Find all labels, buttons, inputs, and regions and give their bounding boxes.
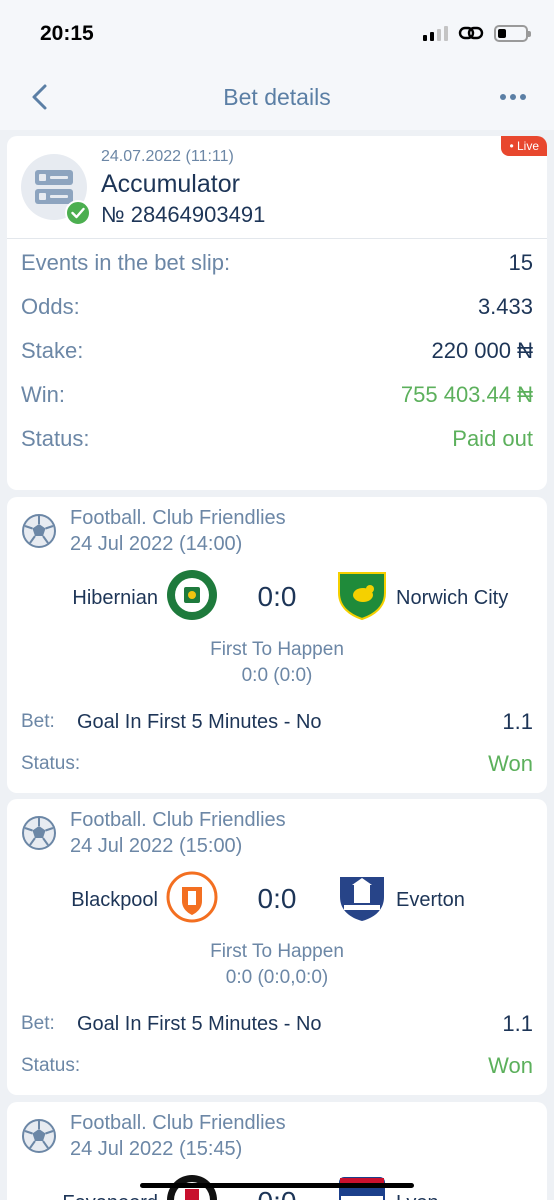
summary-row-win: Win: 755 403.44 ₦ [21,380,533,410]
status-label: Status: [21,1055,81,1076]
bet-selection: Goal In First 5 Minutes - No [77,1012,322,1035]
check-icon [65,200,91,226]
status-label: Status: [21,753,81,774]
event-league: Football. Club Friendlies [70,507,286,529]
row-value: 755 403.44 ₦ [400,382,533,407]
football-icon [22,816,56,850]
score: 0:0 [227,1186,327,1200]
summary-row-odds: Odds: 3.433 [21,292,533,322]
home-indicator[interactable] [140,1183,414,1188]
more-icon[interactable] [500,94,526,100]
market-name: First To Happen [210,639,344,660]
home-team: Feyenoord [62,1192,158,1200]
bet-label: Bet: [21,711,55,732]
football-icon [22,514,56,548]
link-icon [458,26,484,40]
football-icon [22,1119,56,1153]
match-result: 0:0 (0:0,0:0) [225,967,329,988]
row-label: Win: [21,382,65,407]
bet-number: № 28464903491 [101,202,266,227]
blackpool-crest-icon [166,871,218,923]
row-label: Stake: [21,338,84,363]
status-value: Won [488,1053,533,1078]
nav-header: Bet details [0,68,554,130]
event-date: 24 Jul 2022 (15:00) [70,835,243,857]
market-name: First To Happen [210,941,344,962]
home-team: Blackpool [71,889,158,911]
hibernian-crest-icon [167,570,217,620]
status-bar: 20:15 [0,0,554,68]
summary-row-status: Status: Paid out [21,424,533,454]
event-date: 24 Jul 2022 (15:45) [70,1138,243,1160]
page-title: Bet details [223,84,331,110]
event-league: Football. Club Friendlies [70,1112,286,1134]
bet-type: Accumulator [101,170,240,198]
bet-row: Bet: Goal In First 5 Minutes - No 1.1 [21,1011,533,1037]
status-time: 20:15 [40,22,94,45]
norwich-crest-icon [338,572,386,621]
event-card[interactable]: Football. Club Friendlies 24 Jul 2022 (1… [7,497,547,793]
away-team: Lyon [396,1192,439,1200]
event-card[interactable]: Football. Club Friendlies 24 Jul 2022 (1… [7,799,547,1095]
divider [7,238,547,239]
bet-row: Bet: Goal In First 5 Minutes - No 1.1 [21,709,533,735]
score: 0:0 [257,581,297,612]
event-date: 24 Jul 2022 (14:00) [70,533,243,555]
row-label: Events in the bet slip: [21,250,231,275]
event-league: Football. Club Friendlies [70,809,286,831]
signal-icon [423,25,448,41]
live-badge: • Live [501,136,547,156]
row-value: Paid out [452,426,533,451]
row-label: Odds: [21,294,80,319]
away-team: Norwich City [396,587,509,609]
bet-odd: 1.1 [502,1011,533,1036]
status-icons [423,24,531,42]
bet-summary-card: • Live 24.07.2022 (11:11) Accumulator № … [7,136,547,490]
bet-date: 24.07.2022 (11:11) [101,148,234,165]
bet-label: Bet: [21,1013,55,1034]
everton-crest-icon [340,877,384,921]
home-team: Hibernian [72,587,158,609]
row-label: Status: [21,426,90,451]
row-value: 15 [508,250,533,275]
summary-row-stake: Stake: 220 000 ₦ [21,336,533,366]
status-value: Won [488,751,533,776]
score: 0:0 [257,883,297,914]
summary-row-events: Events in the bet slip: 15 [21,248,533,278]
away-team: Everton [396,889,465,911]
row-value: 220 000 ₦ [431,338,533,363]
battery-icon [494,24,531,42]
bet-selection: Goal In First 5 Minutes - No [77,710,322,733]
match-result: 0:0 (0:0) [241,665,313,686]
bet-odd: 1.1 [502,709,533,734]
event-status-row: Status: Won [21,751,533,777]
event-status-row: Status: Won [21,1053,533,1079]
row-value: 3.433 [477,294,533,319]
